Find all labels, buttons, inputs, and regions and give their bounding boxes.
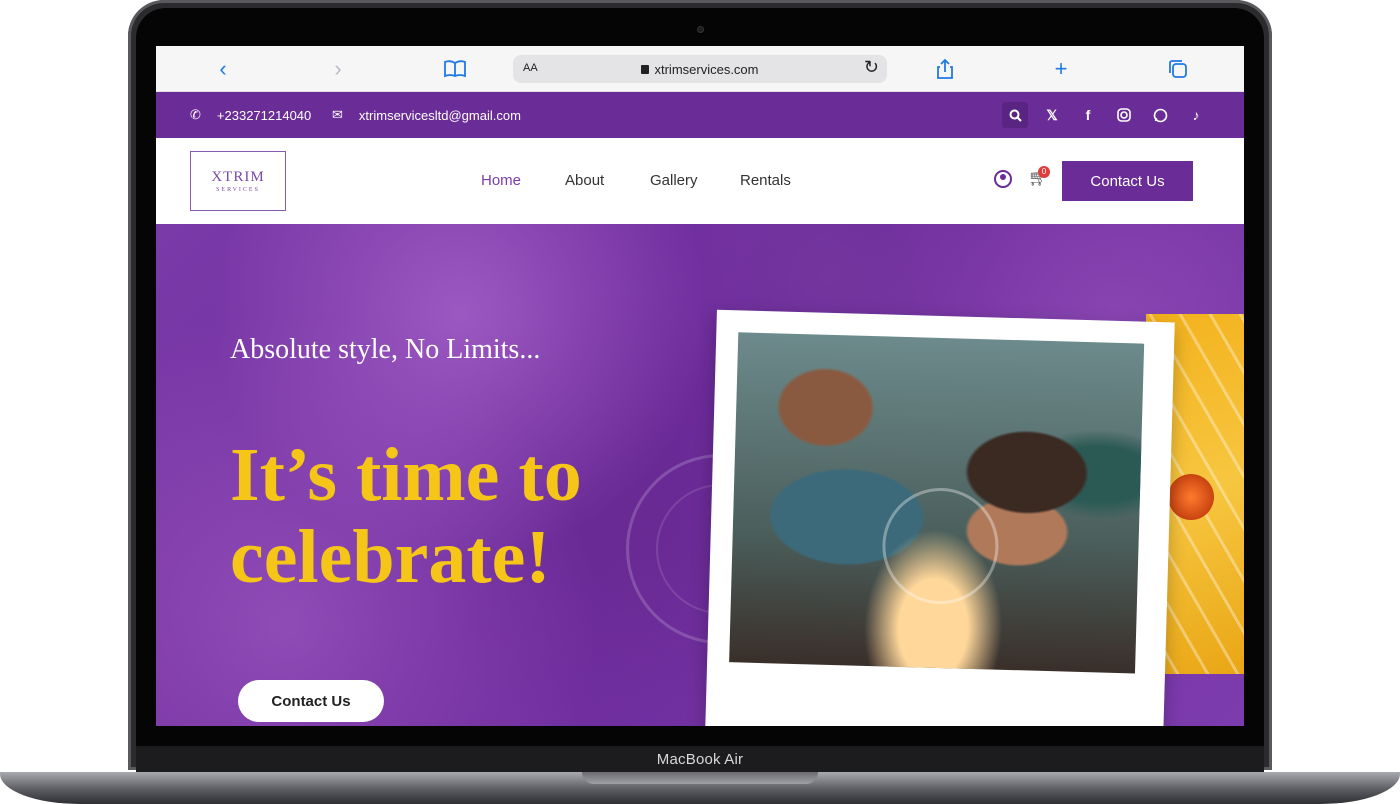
share-icon[interactable] xyxy=(933,57,957,81)
url-text: xtrimservices.com xyxy=(654,62,759,77)
bookmarks-icon[interactable] xyxy=(443,57,467,81)
phone-item[interactable]: ✆ +233271214040 xyxy=(190,107,311,123)
new-tab-icon[interactable]: + xyxy=(1049,57,1073,81)
camera-icon xyxy=(697,26,704,33)
laptop-notch xyxy=(582,772,818,784)
phone-text: +233271214040 xyxy=(216,107,312,123)
x-icon[interactable]: 𝕏 xyxy=(1042,105,1062,125)
phone-icon: ✆ xyxy=(190,107,201,122)
tabs-overview-icon[interactable] xyxy=(1166,57,1190,81)
browser-toolbar: ‹ › AA xtrimservices.com ↻ + xyxy=(156,46,1244,92)
hero-tagline: Absolute style, No Limits... xyxy=(230,334,541,365)
back-icon[interactable]: ‹ xyxy=(211,57,235,81)
whatsapp-icon[interactable] xyxy=(1150,105,1170,125)
email-text: xtrimservicesltd@gmail.com xyxy=(358,107,521,123)
nav-link-gallery[interactable]: Gallery xyxy=(650,172,698,189)
site-logo[interactable]: XTRIM SERVICES xyxy=(190,151,286,211)
contact-us-button[interactable]: Contact Us xyxy=(1062,161,1193,201)
decorative-ring xyxy=(880,486,1001,606)
search-button[interactable] xyxy=(1002,102,1028,128)
logo-subtext: SERVICES xyxy=(216,187,260,193)
search-icon xyxy=(1009,109,1022,122)
screen: ‹ › AA xtrimservices.com ↻ + ✆ +23327121… xyxy=(156,46,1244,726)
reload-icon[interactable]: ↻ xyxy=(864,57,879,78)
device-label: MacBook Air xyxy=(656,750,744,768)
lock-icon xyxy=(641,65,650,74)
logo-text: XTRIM xyxy=(211,169,265,185)
main-nav: XTRIM SERVICES Home About Gallery Rental… xyxy=(156,138,1244,224)
nav-link-home[interactable]: Home xyxy=(481,172,521,189)
instagram-icon[interactable] xyxy=(1114,105,1134,125)
cart-count-badge: 0 xyxy=(1038,166,1050,178)
hero-contact-button[interactable]: Contact Us xyxy=(238,680,384,722)
facebook-icon[interactable]: f xyxy=(1078,105,1098,125)
forward-icon[interactable]: › xyxy=(326,57,350,81)
envelope-icon: ✉ xyxy=(332,107,343,122)
contact-bar: ✆ +233271214040 ✉ xtrimservicesltd@gmail… xyxy=(156,92,1244,138)
address-bar[interactable]: AA xtrimservices.com ↻ xyxy=(513,55,887,83)
cake-decoration xyxy=(1168,474,1214,520)
polaroid-frame xyxy=(705,309,1175,726)
laptop-mockup: ‹ › AA xtrimservices.com ↻ + ✆ +23327121… xyxy=(0,0,1400,804)
nav-link-rentals[interactable]: Rentals xyxy=(740,172,791,189)
email-item[interactable]: ✉ xtrimservicesltd@gmail.com xyxy=(332,107,521,123)
hero-headline: It’s time to celebrate! xyxy=(230,433,582,599)
celebration-photo xyxy=(729,332,1145,674)
hero-section: Absolute style, No Limits... It’s time t… xyxy=(156,224,1244,726)
nav-link-about[interactable]: About xyxy=(565,172,604,189)
laptop-chin: MacBook Air xyxy=(136,746,1264,772)
tiktok-icon[interactable]: ♪ xyxy=(1186,105,1206,125)
user-account-icon[interactable] xyxy=(994,170,1012,188)
